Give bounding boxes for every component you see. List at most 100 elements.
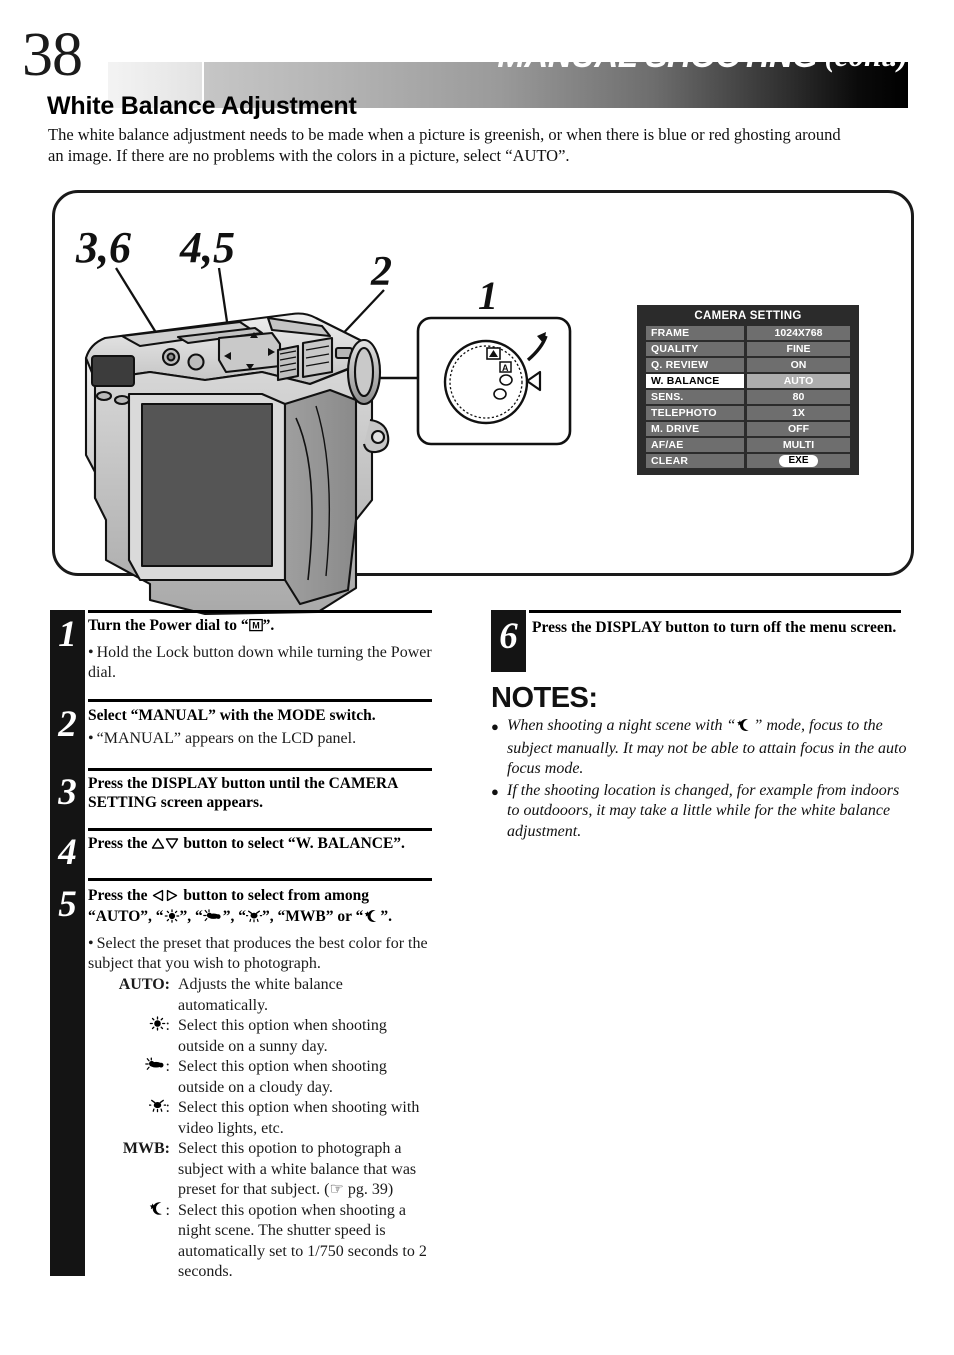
option-term-lamp: : — [106, 1098, 178, 1139]
option-term-mwb: MWB: — [122, 1140, 170, 1157]
bullet-dot: • — [88, 730, 94, 747]
table-row-clear[interactable]: CLEAR EXE — [646, 454, 850, 468]
camera-setting-title: CAMERA SETTING — [694, 310, 802, 322]
step-1-body: Turn the Power dial to “M”. • Hold the Lo… — [88, 616, 436, 683]
lamp-icon — [148, 1098, 166, 1120]
bullet-dot: • — [88, 644, 94, 661]
right-triangle-icon — [165, 888, 179, 907]
step-1-heading-post: ”. — [262, 617, 275, 634]
setting-label: M. DRIVE — [646, 422, 744, 436]
cloud-icon — [144, 1057, 166, 1079]
table-row[interactable]: SENS. 80 — [646, 390, 850, 404]
svg-text:A: A — [502, 363, 509, 373]
step-divider — [88, 610, 432, 613]
option-desc-cloud: Select this option when shooting outside… — [178, 1058, 387, 1096]
setting-value: ON — [747, 358, 850, 372]
table-row[interactable]: M. DRIVE OFF — [646, 422, 850, 436]
table-row-selected-w-balance[interactable]: W. BALANCE AUTO — [646, 374, 850, 388]
step-2-bullet-text: “MANUAL” appears on the LCD panel. — [96, 730, 357, 747]
page-title-continued: (cont.) — [824, 38, 908, 73]
setting-label: Q. REVIEW — [646, 358, 744, 372]
step-6-heading: Press the DISPLAY button to turn off the… — [532, 619, 897, 636]
setting-value: 1024X768 — [747, 326, 850, 340]
exe-button[interactable]: EXE — [779, 455, 818, 467]
step-divider — [88, 699, 432, 702]
step-5-heading-line2: “AUTO”, “”, “”, “”, “MWB” or “”. — [88, 908, 392, 925]
option-colon: : — [165, 1099, 170, 1116]
setting-label: CLEAR — [646, 454, 744, 468]
step-number-2: 2 — [58, 704, 77, 745]
power-dial-inset: A — [416, 316, 572, 446]
moon-icon — [735, 718, 753, 739]
step-1-bullet: • Hold the Lock button down while turning… — [88, 643, 436, 683]
setting-value: AUTO — [747, 374, 850, 388]
step-divider — [88, 768, 432, 771]
bullet-dot: ● — [491, 719, 499, 734]
step-5-bullet-text: Select the preset that produces the best… — [88, 935, 428, 972]
table-row[interactable]: AF/AE MULTI — [646, 438, 850, 452]
step-divider — [529, 610, 901, 613]
setting-label: QUALITY — [646, 342, 744, 356]
setting-value: OFF — [747, 422, 850, 436]
sun-icon — [149, 1016, 166, 1038]
step-2-body: Select “MANUAL” with the MODE switch. • “… — [88, 706, 436, 749]
setting-label: W. BALANCE — [646, 374, 744, 388]
option-desc-auto: Adjusts the white balance automatically. — [178, 976, 343, 1014]
option-term-moon: : — [106, 1201, 178, 1283]
cloud-icon — [202, 909, 223, 928]
option-term-cloud: : — [106, 1057, 178, 1098]
step-5-bullet: • Select the preset that produces the bes… — [88, 934, 436, 974]
step-3-body: Press the DISPLAY button until the CAMER… — [88, 774, 436, 812]
left-triangle-icon — [151, 888, 165, 907]
page-title-main: MANUAL SHOOTING — [497, 37, 818, 74]
option-desc-lamp: Select this option when shooting with vi… — [178, 1099, 420, 1137]
camera-setting-rows: FRAME 1024X768 QUALITY FINE Q. REVIEW ON… — [637, 326, 859, 476]
note-item-location-change: ● If the shooting location is changed, f… — [491, 781, 907, 843]
bullet-dot: • — [88, 935, 94, 952]
step-number-6: 6 — [499, 616, 518, 657]
step-4-heading-post: button to select “W. BALANCE”. — [179, 835, 405, 852]
setting-label: TELEPHOTO — [646, 406, 744, 420]
note-text-1: When shooting a night scene with “” mode… — [507, 716, 907, 780]
lamp-icon — [245, 909, 263, 928]
sun-icon — [164, 909, 180, 928]
option-term-auto: AUTO: — [118, 976, 170, 993]
step-4-heading: Press the button to select “W. BALANCE”. — [88, 834, 436, 855]
step-5-body: Press the button to select from among “A… — [88, 886, 436, 1283]
manual-page: 38 MANUAL SHOOTING (cont.) White Balance… — [0, 0, 954, 1355]
table-row[interactable]: FRAME 1024X768 — [646, 326, 850, 340]
notes-list: ● When shooting a night scene with “” mo… — [491, 716, 907, 843]
list-item-sunny: : Select this option when shooting outsi… — [106, 1016, 436, 1057]
up-triangle-icon — [151, 836, 165, 855]
table-row[interactable]: TELEPHOTO 1X — [646, 406, 850, 420]
step-number-3: 3 — [58, 772, 77, 813]
setting-value: 80 — [747, 390, 850, 404]
list-item-video-light: : Select this option when shooting with … — [106, 1098, 436, 1139]
bullet-dot: ● — [491, 783, 499, 799]
table-row[interactable]: QUALITY FINE — [646, 342, 850, 356]
option-desc-mwb: Select this opotion to photograph a subj… — [178, 1140, 417, 1198]
list-item-night: : Select this opotion when shooting a ni… — [106, 1201, 436, 1283]
power-dial-m-icon: M — [248, 618, 263, 637]
step-3-heading: Press the DISPLAY button until the CAMER… — [88, 775, 398, 811]
step-number-5: 5 — [58, 884, 77, 925]
table-row[interactable]: Q. REVIEW ON — [646, 358, 850, 372]
step-divider — [88, 878, 432, 881]
setting-value: MULTI — [747, 438, 850, 452]
step-1-heading-pre: Turn the Power dial to “ — [88, 617, 249, 634]
step-4-body: Press the button to select “W. BALANCE”. — [88, 834, 436, 855]
page-title: MANUAL SHOOTING (cont.) — [497, 33, 908, 79]
moon-icon — [363, 909, 380, 928]
list-item-cloudy: : Select this option when shooting outsi… — [106, 1057, 436, 1098]
list-item-mwb: MWB: Select this opotion to photograph a… — [106, 1139, 436, 1201]
down-triangle-icon — [165, 836, 179, 855]
white-balance-options-list: AUTO: Adjusts the white balance automati… — [106, 975, 436, 1283]
option-colon: : — [165, 1017, 170, 1034]
setting-value: 1X — [747, 406, 850, 420]
option-colon: : — [165, 1201, 170, 1219]
step-number-1: 1 — [58, 614, 77, 655]
notes-heading: NOTES: — [491, 682, 598, 714]
note-1-pre: When shooting a night scene with “ — [507, 717, 736, 734]
note-item-night-scene: ● When shooting a night scene with “” mo… — [491, 716, 907, 780]
option-term-sun: : — [106, 1016, 178, 1057]
